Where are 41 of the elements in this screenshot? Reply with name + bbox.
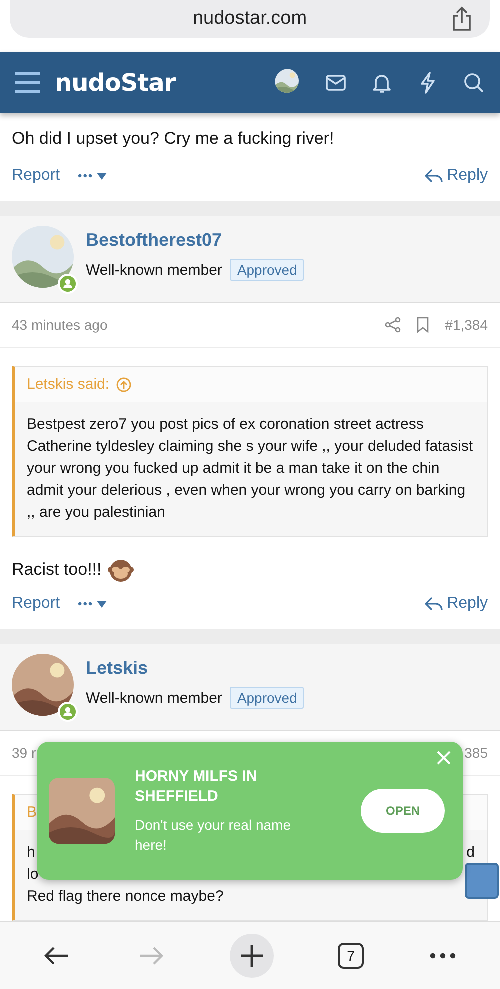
- open-button[interactable]: OPEN: [361, 789, 445, 833]
- monkey-face-icon: [108, 557, 134, 583]
- caret-icon: [96, 172, 107, 180]
- bookmark-icon[interactable]: [415, 317, 432, 333]
- share-icon[interactable]: [385, 317, 402, 333]
- reply-link[interactable]: Reply: [425, 167, 488, 185]
- tab-count-button[interactable]: 7: [338, 942, 364, 968]
- reply-arrow-icon: [425, 168, 444, 184]
- quote-text: d: [466, 843, 475, 863]
- post-time[interactable]: 43 minutes ago: [12, 317, 108, 333]
- post-number-link[interactable]: 385: [464, 745, 488, 761]
- report-link[interactable]: Report: [12, 595, 60, 613]
- caret-icon: [96, 600, 107, 608]
- report-link[interactable]: Report: [12, 167, 60, 185]
- approved-badge: Approved: [230, 259, 304, 281]
- more-menu[interactable]: •••: [78, 169, 107, 183]
- quote-text: h: [27, 843, 36, 863]
- new-tab-button[interactable]: [230, 934, 274, 978]
- quote-text: Red flag there nonce maybe?: [27, 887, 224, 907]
- ad-text: Don't use your real name here!: [135, 816, 292, 855]
- post-number-link[interactable]: #1,384: [445, 317, 488, 333]
- url-bar[interactable]: nudostar.com: [10, 0, 490, 38]
- search-icon[interactable]: [462, 70, 486, 94]
- post-time[interactable]: 39 r: [12, 745, 36, 761]
- user-title: Well-known member: [86, 690, 222, 706]
- username-link[interactable]: Bestoftherest07: [86, 230, 304, 251]
- user-title: Well-known member: [86, 262, 222, 278]
- more-menu[interactable]: •••: [78, 597, 107, 611]
- quote-text: lo: [27, 865, 39, 885]
- menu-icon[interactable]: [14, 72, 41, 94]
- post-text: Oh did I upset you? Cry me a fucking river!: [11, 128, 336, 150]
- site-logo[interactable]: nudoStar: [55, 68, 176, 96]
- share-icon[interactable]: [450, 6, 474, 32]
- approved-badge: Approved: [230, 687, 304, 709]
- url-text: nudostar.com: [192, 8, 308, 30]
- ad-title: HORNY MILFS IN SHEFFIELD: [135, 767, 258, 807]
- reply-arrow-icon: [425, 596, 444, 612]
- quote-text: Bestpest zero7 you post pics of ex coronation street actress Catherine tyldesley claiming she s your wife ,, your deluded fatasist your wrong you fucked up admit it be a man take it on the chin admit your delerious , even when your wrong you carry on barking ,, are you palestinian: [27, 415, 474, 523]
- username-link[interactable]: Letskis: [86, 658, 304, 679]
- post-text: Racist too!!!: [12, 559, 102, 581]
- reply-link[interactable]: Reply: [425, 595, 488, 613]
